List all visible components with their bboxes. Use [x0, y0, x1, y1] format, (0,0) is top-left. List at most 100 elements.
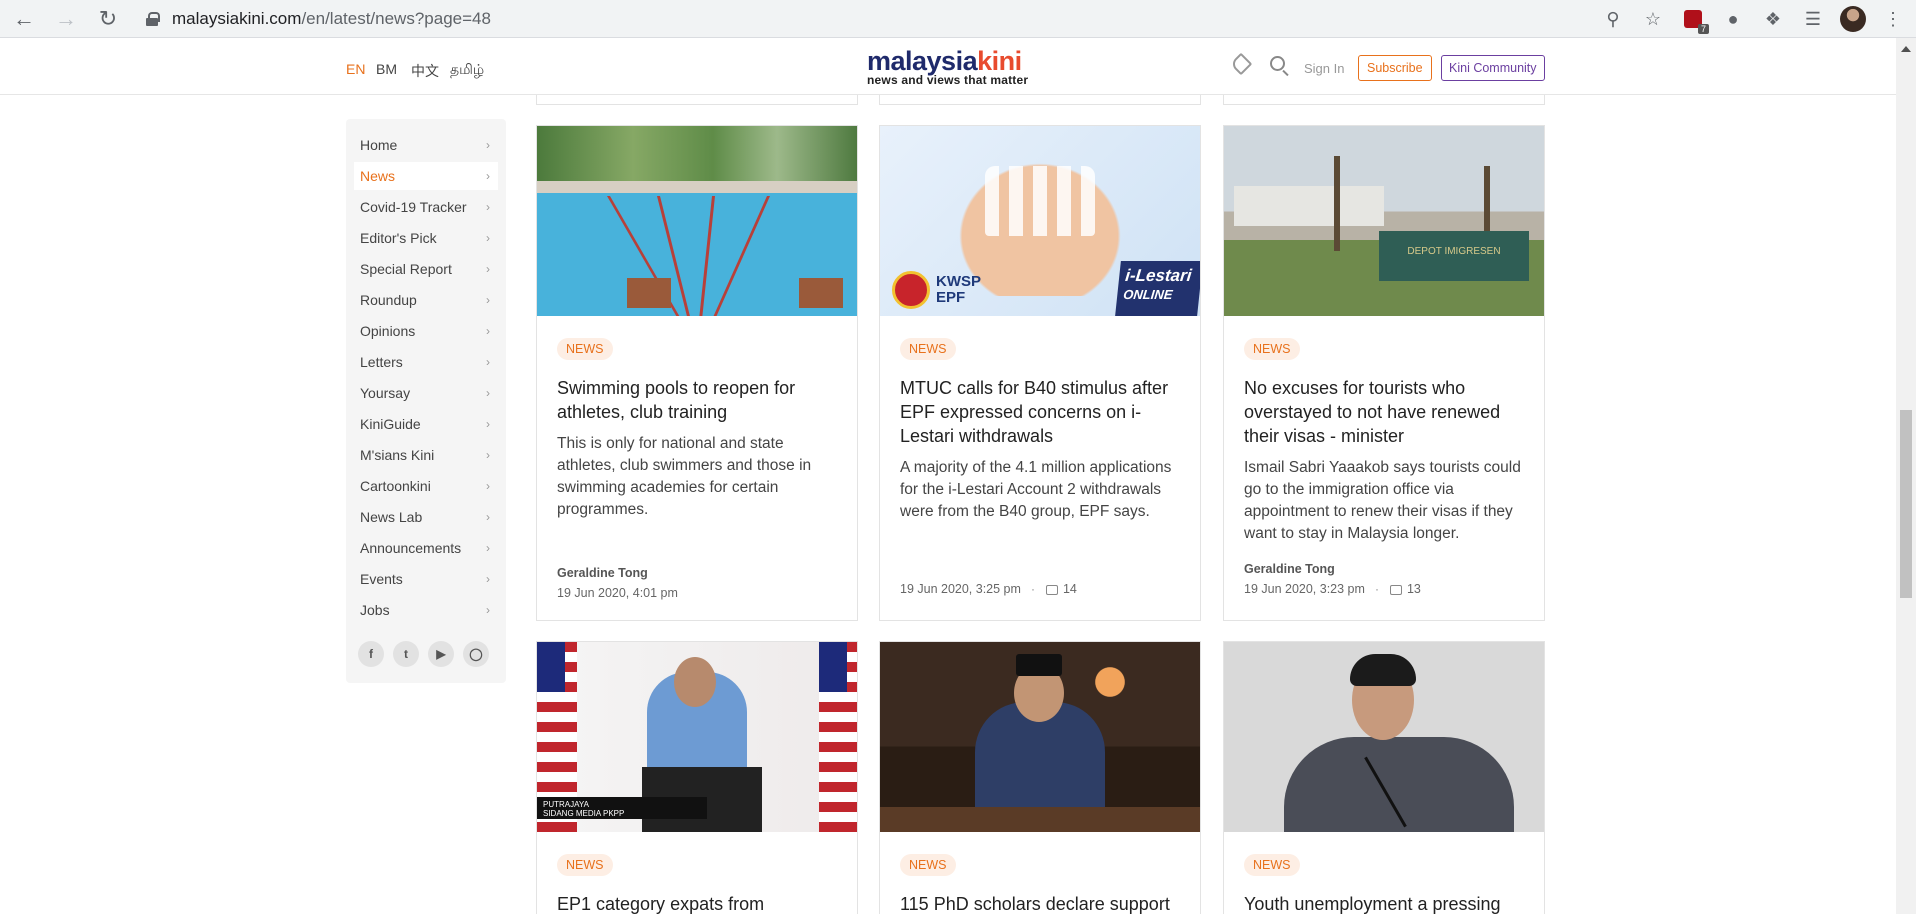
news-card-phd-scholars[interactable]: NEWS 115 PhD scholars declare support: [879, 641, 1201, 914]
news-card-swimming-pools[interactable]: NEWS Swimming pools to reopen for athlet…: [536, 125, 858, 621]
card-image-speaker-portrait[interactable]: [1224, 642, 1544, 832]
card-title[interactable]: No excuses for tourists who overstayed t…: [1244, 376, 1529, 448]
card-meta: 19 Jun 2020, 4:01 pm: [557, 586, 678, 600]
sidebar-item-cartoonkini[interactable]: Cartoonkini ›: [354, 472, 498, 500]
sidebar-item-events[interactable]: Events ›: [354, 565, 498, 593]
sidebar-item-roundup[interactable]: Roundup ›: [354, 286, 498, 314]
sidebar-item-opinions[interactable]: Opinions ›: [354, 317, 498, 345]
sidebar-item-label: M'sians Kini: [360, 447, 435, 463]
chevron-right-icon: ›: [486, 510, 490, 524]
reload-icon[interactable]: ↻: [94, 5, 122, 33]
camera-icon[interactable]: ●: [1720, 6, 1746, 32]
site-logo[interactable]: malaysiakini news and views that matter: [867, 47, 1028, 87]
browser-toolbar: ← → ↻ malaysiakini.com/en/latest/news?pa…: [0, 0, 1916, 38]
card-title[interactable]: EP1 category expats from: [557, 892, 842, 914]
news-card-tourists-visas[interactable]: DEPOT IMIGRESEN NEWS No excuses for tour…: [1223, 125, 1545, 621]
card-title[interactable]: Swimming pools to reopen for athletes, c…: [557, 376, 842, 424]
card-date: 19 Jun 2020, 3:23 pm: [1244, 582, 1365, 596]
twitter-icon[interactable]: t: [393, 641, 419, 667]
kini-community-button[interactable]: Kini Community: [1441, 55, 1545, 81]
extension-shield-icon[interactable]: 7: [1680, 6, 1709, 34]
depot-sign-text: DEPOT IMIGRESEN: [1379, 231, 1529, 281]
facebook-icon[interactable]: f: [358, 641, 384, 667]
sign-in-link[interactable]: Sign In: [1304, 61, 1344, 76]
lock-icon: [146, 12, 160, 26]
comment-icon[interactable]: [1045, 585, 1058, 595]
menu-kebab-icon[interactable]: ⋮: [1880, 6, 1906, 32]
sidebar-item-special-report[interactable]: Special Report ›: [354, 255, 498, 283]
bookmark-star-icon[interactable]: ☆: [1640, 6, 1666, 32]
card-image-immigration-depot[interactable]: DEPOT IMIGRESEN: [1224, 126, 1544, 316]
category-badge[interactable]: NEWS: [900, 338, 956, 360]
sidebar-item-covid-19-tracker[interactable]: Covid-19 Tracker ›: [354, 193, 498, 221]
sidebar-item-label: Special Report: [360, 261, 452, 277]
lang-ta[interactable]: தமிழ்: [450, 61, 484, 80]
sidebar-item-news[interactable]: News ›: [354, 162, 498, 190]
page-scrollbar[interactable]: [1896, 38, 1916, 914]
news-card-youth-unemployment[interactable]: NEWS Youth unemployment a pressing: [1223, 641, 1545, 914]
previous-card-edge: [879, 95, 1201, 105]
news-card-ep1-expats[interactable]: PUTRAJAYA SIDANG MEDIA PKPP NEWS EP1 cate…: [536, 641, 858, 914]
category-badge[interactable]: NEWS: [1244, 338, 1300, 360]
lang-bm[interactable]: BM: [376, 61, 397, 77]
reading-list-icon[interactable]: ☰: [1800, 6, 1826, 32]
card-author[interactable]: Geraldine Tong: [1244, 562, 1335, 576]
chevron-right-icon: ›: [486, 138, 490, 152]
sidebar-item-editors-pick[interactable]: Editor's Pick ›: [354, 224, 498, 252]
sidebar-item-letters[interactable]: Letters ›: [354, 348, 498, 376]
previous-card-edge: [1223, 95, 1545, 105]
profile-avatar[interactable]: [1840, 6, 1866, 32]
category-badge[interactable]: NEWS: [900, 854, 956, 876]
sidebar-item-label: Home: [360, 137, 398, 153]
card-image-minister-office[interactable]: [880, 642, 1200, 832]
scroll-thumb[interactable]: [1900, 410, 1912, 598]
logo-text-right: kini: [977, 46, 1022, 76]
sidebar-item-msians-kini[interactable]: M'sians Kini ›: [354, 441, 498, 469]
card-title[interactable]: Youth unemployment a pressing: [1244, 892, 1529, 914]
chevron-right-icon: ›: [486, 355, 490, 369]
comment-count[interactable]: 14: [1063, 582, 1077, 596]
instagram-icon[interactable]: ◯: [463, 641, 489, 667]
lang-zh[interactable]: 中文: [411, 61, 439, 81]
zoom-icon[interactable]: ⚲: [1600, 6, 1626, 32]
youtube-icon[interactable]: ▶: [428, 641, 454, 667]
card-date: 19 Jun 2020, 4:01 pm: [557, 586, 678, 600]
scroll-up-arrow[interactable]: [1901, 46, 1911, 52]
sidebar-item-label: Letters: [360, 354, 403, 370]
sidebar-item-announcements[interactable]: Announcements ›: [354, 534, 498, 562]
comment-icon[interactable]: [1389, 585, 1402, 595]
card-image-swimming-pool[interactable]: [537, 126, 857, 316]
comment-count[interactable]: 13: [1407, 582, 1421, 596]
sidebar-item-yoursay[interactable]: Yoursay ›: [354, 379, 498, 407]
extension-badge: 7: [1697, 24, 1709, 34]
back-icon[interactable]: ←: [10, 5, 38, 33]
sidebar-item-label: Covid-19 Tracker: [360, 199, 467, 215]
sidebar-item-home[interactable]: Home ›: [354, 131, 498, 159]
card-image-press-conference[interactable]: PUTRAJAYA SIDANG MEDIA PKPP: [537, 642, 857, 832]
kwsp-logo-text: KWSP EPF: [936, 273, 981, 306]
puzzle-icon[interactable]: ❖: [1760, 6, 1786, 32]
card-title[interactable]: 115 PhD scholars declare support: [900, 892, 1185, 914]
tag-icon[interactable]: [1229, 52, 1253, 76]
chevron-right-icon: ›: [486, 479, 490, 493]
card-image-epf-ilestari[interactable]: KWSP EPF i-Lestari ONLINE: [880, 126, 1200, 316]
sidebar-item-news-lab[interactable]: News Lab ›: [354, 503, 498, 531]
sidebar-item-label: Editor's Pick: [360, 230, 437, 246]
chevron-right-icon: ›: [486, 541, 490, 555]
sidebar-item-kiniguide[interactable]: KiniGuide ›: [354, 410, 498, 438]
card-title[interactable]: MTUC calls for B40 stimulus after EPF ex…: [900, 376, 1185, 448]
meta-separator: ·: [1374, 582, 1379, 596]
search-icon[interactable]: [1270, 56, 1285, 71]
category-badge[interactable]: NEWS: [557, 854, 613, 876]
category-badge[interactable]: NEWS: [557, 338, 613, 360]
card-date: 19 Jun 2020, 3:25 pm: [900, 582, 1021, 596]
news-card-mtuc-b40[interactable]: KWSP EPF i-Lestari ONLINE NEWS MTUC calls …: [879, 125, 1201, 621]
subscribe-button[interactable]: Subscribe: [1358, 55, 1432, 81]
sidebar-item-jobs[interactable]: Jobs ›: [354, 596, 498, 624]
lang-en[interactable]: EN: [346, 61, 365, 77]
category-badge[interactable]: NEWS: [1244, 854, 1300, 876]
address-bar[interactable]: malaysiakini.com/en/latest/news?page=48: [134, 3, 1582, 35]
chevron-right-icon: ›: [486, 169, 490, 183]
forward-icon[interactable]: →: [52, 5, 80, 33]
card-author[interactable]: Geraldine Tong: [557, 566, 648, 580]
